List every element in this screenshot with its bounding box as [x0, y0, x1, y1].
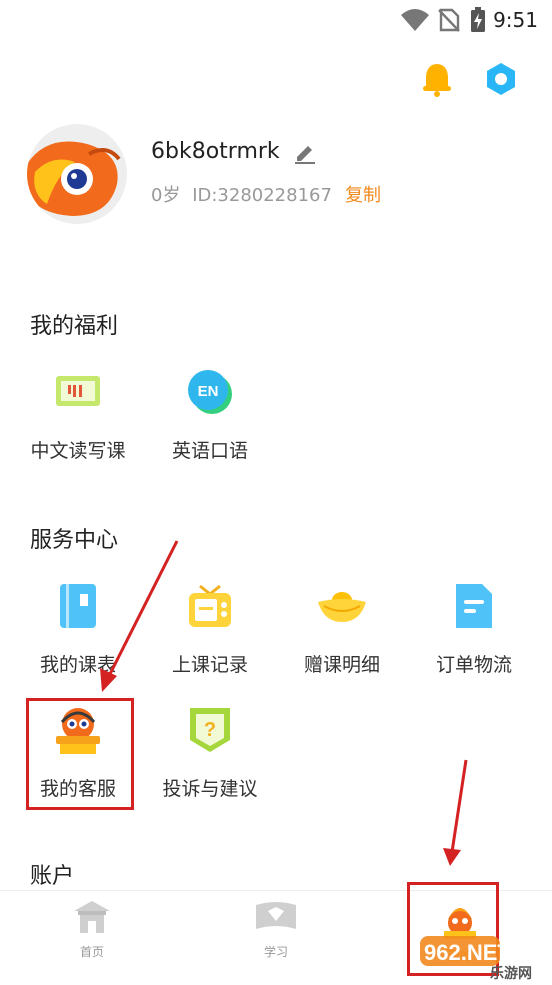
no-sim-icon	[438, 8, 460, 32]
age: 0岁	[151, 185, 181, 206]
service-item-feedback[interactable]: ? 投诉与建议	[150, 704, 270, 801]
service-item-order-logistics[interactable]: 订单物流	[414, 580, 534, 677]
copy-id-button[interactable]: 复制	[345, 181, 381, 207]
en-speech-icon: EN	[188, 370, 232, 414]
welfare-item-label: 中文读写课	[30, 440, 126, 462]
status-bar: 9:51	[0, 0, 552, 40]
study-scroll-icon	[256, 902, 296, 929]
arrow-head-icon	[443, 848, 461, 866]
service-item-label: 赠课明细	[303, 654, 380, 676]
bell-icon[interactable]	[418, 60, 456, 98]
tab-label: 首页	[79, 945, 104, 959]
question-shield-icon: ?	[190, 708, 230, 752]
tab-label: 学习	[263, 945, 288, 959]
clock: 9:51	[493, 8, 538, 32]
user-id: ID:3280228167	[192, 185, 332, 206]
home-temple-icon	[74, 901, 110, 933]
watermark-text-bottom: 乐游网	[490, 965, 532, 981]
service-item-class-record[interactable]: 上课记录	[150, 580, 270, 677]
section-title-account: 账户	[30, 864, 75, 889]
welfare-item-english[interactable]: EN 英语口语	[150, 366, 270, 463]
tab-study[interactable]: 学习	[226, 899, 326, 960]
profile-meta: 0岁 ID:3280228167	[151, 181, 332, 207]
gold-ingot-icon	[318, 592, 366, 622]
highlight-box-customer-service	[26, 698, 134, 810]
schedule-book-icon	[60, 584, 96, 628]
service-item-label: 订单物流	[435, 654, 512, 676]
svg-text:EN: EN	[198, 383, 219, 400]
battery-charging-icon	[471, 7, 485, 32]
username: 6bk8otrmrk	[151, 139, 280, 164]
section-title-service: 服务中心	[30, 528, 119, 553]
service-item-label: 我的课表	[39, 654, 116, 676]
welfare-item-chinese-course[interactable]: 中文读写课	[18, 366, 138, 463]
svg-text:?: ?	[204, 719, 216, 741]
edit-pencil-icon[interactable]	[293, 141, 317, 165]
avatar[interactable]	[27, 124, 127, 224]
settings-icon[interactable]	[482, 60, 520, 98]
document-icon	[456, 584, 492, 628]
section-title-welfare: 我的福利	[30, 314, 119, 339]
watermark: 962.NET 乐游网	[420, 934, 552, 982]
service-item-gift-class[interactable]: 赠课明细	[282, 580, 402, 677]
chinese-course-icon	[56, 376, 100, 406]
tv-record-icon	[189, 584, 231, 627]
service-item-label: 投诉与建议	[162, 778, 258, 800]
tab-home[interactable]: 首页	[42, 899, 142, 960]
wifi-icon	[401, 9, 429, 31]
watermark-logo-icon: 962.NET 乐游网	[420, 936, 532, 982]
welfare-item-label: 英语口语	[171, 440, 248, 462]
service-item-label: 上课记录	[171, 654, 248, 676]
fish-mascot-icon	[27, 141, 121, 216]
watermark-text-top: 962.NET	[424, 940, 511, 965]
service-item-schedule[interactable]: 我的课表	[18, 580, 138, 677]
